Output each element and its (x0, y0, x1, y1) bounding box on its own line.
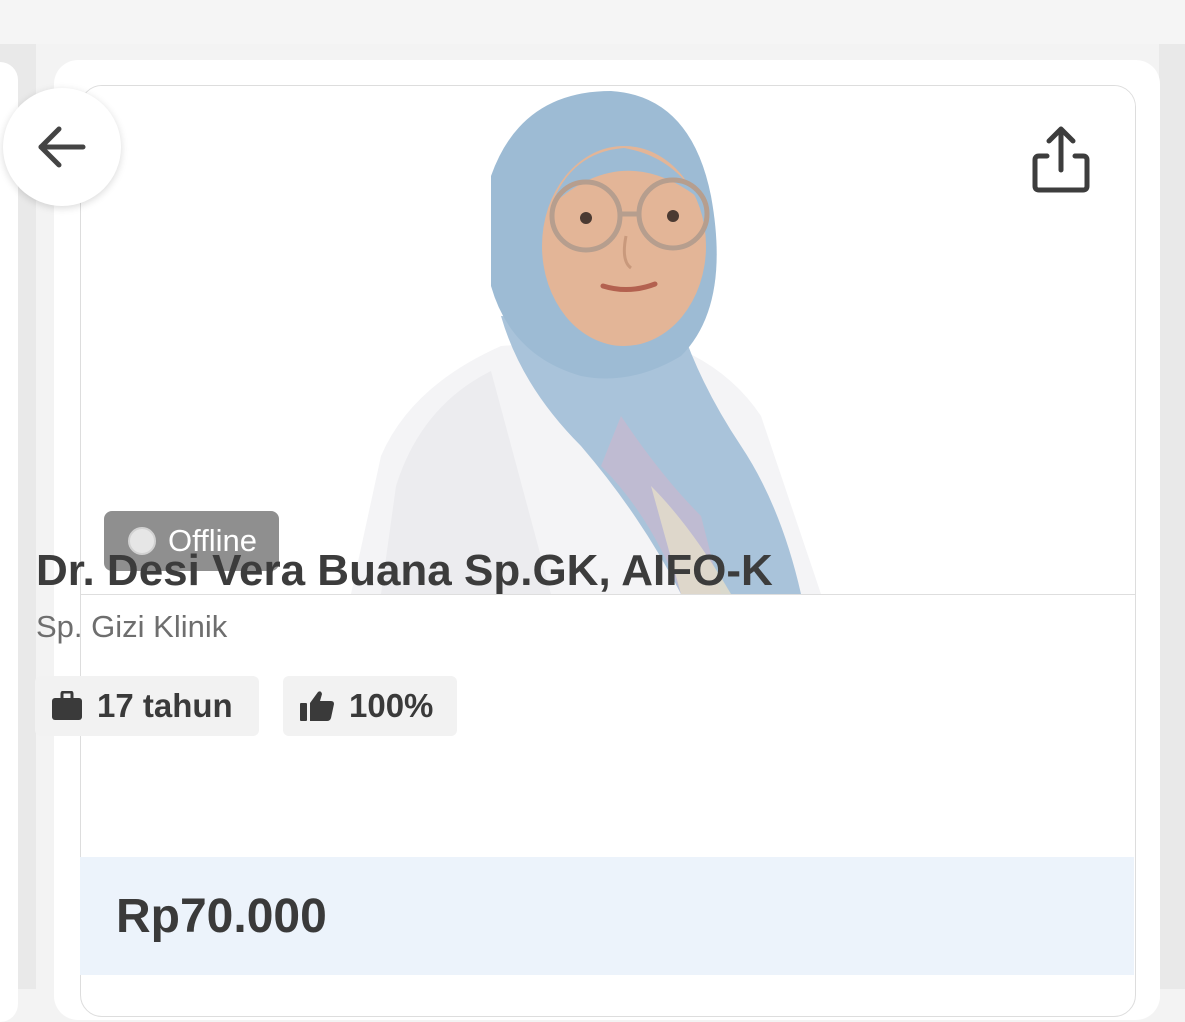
rating-text: 100% (349, 687, 434, 724)
share-icon (1032, 126, 1090, 193)
previous-card-edge (0, 62, 18, 1022)
thumbs-up-icon (300, 691, 334, 721)
share-button[interactable] (1031, 124, 1091, 194)
briefcase-icon (52, 691, 82, 720)
rating-chip: 100% (283, 676, 457, 736)
doctor-name: Dr. Desi Vera Buana Sp.GK, AIFO-K (36, 546, 773, 595)
experience-chip: 17 tahun (35, 676, 259, 736)
price-section: Rp70.000 (80, 857, 1134, 975)
arrow-left-icon (38, 126, 86, 168)
experience-text: 17 tahun (97, 687, 233, 724)
right-gutter (1159, 44, 1185, 989)
top-bar (0, 0, 1185, 44)
doctor-specialty: Sp. Gizi Klinik (36, 609, 228, 644)
back-button[interactable] (3, 88, 121, 206)
consultation-price: Rp70.000 (116, 890, 327, 943)
doctor-photo: Offline (81, 86, 1135, 594)
